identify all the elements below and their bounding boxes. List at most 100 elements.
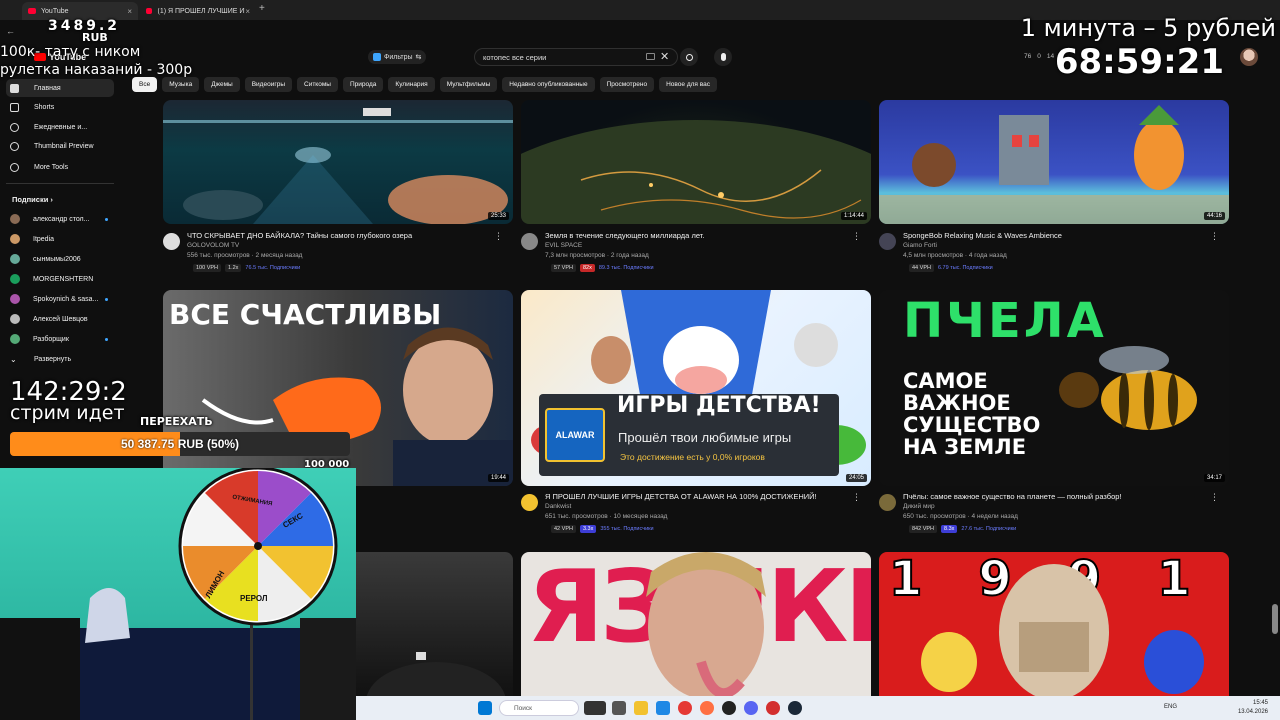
video-thumbnail[interactable]: 44:16	[879, 100, 1229, 224]
divider	[6, 183, 114, 184]
subscriptions-heading[interactable]: Подписки ›	[12, 195, 53, 204]
keyboard-language[interactable]: ENG	[1164, 704, 1177, 710]
video-thumbnail[interactable]: ЯЗЫКИ	[521, 552, 871, 696]
subscription-item[interactable]: Алексей Шевцов	[6, 310, 114, 328]
vph-badge: 100 VPH	[193, 264, 222, 272]
chip-music[interactable]: Музыка	[162, 77, 200, 92]
windows-start-icon[interactable]	[478, 701, 492, 715]
wheel-sector-label: РЕРОЛ	[240, 594, 268, 603]
chip-sitcoms[interactable]: Ситкомы	[297, 77, 338, 92]
taskbar-search[interactable]: Поиск	[499, 700, 579, 716]
video-thumbnail[interactable]: 25:33	[163, 100, 513, 224]
steam-icon[interactable]	[788, 701, 802, 715]
edge-icon[interactable]	[656, 701, 670, 715]
channel-name[interactable]: Дикий мир	[903, 503, 935, 510]
voice-search-button[interactable]	[714, 48, 732, 66]
video-title[interactable]: Земля в течение следующего миллиарда лет…	[545, 231, 704, 240]
chip-cartoons[interactable]: Мультфильмы	[439, 77, 498, 92]
sidebar-item-more-tools[interactable]: More Tools	[6, 158, 114, 176]
video-thumbnail[interactable]: ВСЕ СЧАСТЛИВЫ 19:44	[163, 290, 513, 486]
video-title[interactable]: Пчёлы: самое важное существо на планете …	[903, 492, 1122, 501]
video-stats: 42 VPH 3.3x 355 тыс. Подписчики	[551, 525, 654, 533]
subscription-item[interactable]: MORGENSHTERN	[6, 270, 114, 288]
subscription-item[interactable]: Разборщик	[6, 330, 114, 348]
subscribers-count: 76.5 тыс. Подписчики	[245, 265, 301, 271]
sliders-icon: ⇆	[415, 54, 422, 61]
filters-button[interactable]: Фильтры ⇆	[368, 50, 427, 64]
sidebar-item-thumbnail-preview[interactable]: Thumbnail Preview	[6, 137, 114, 155]
shorts-icon	[10, 102, 19, 112]
keyboard-icon[interactable]	[646, 53, 655, 60]
channel-name[interactable]: EVIL SPACE	[545, 242, 582, 249]
video-thumbnail[interactable]	[356, 552, 513, 696]
more-vert-icon[interactable]: ⋮	[852, 231, 861, 242]
close-tab-icon[interactable]: ×	[127, 7, 132, 16]
sidebar-item-shorts[interactable]: Shorts	[6, 98, 114, 116]
new-tab-icon[interactable]: +	[259, 3, 265, 14]
channel-avatar[interactable]	[521, 494, 538, 511]
obs-icon[interactable]	[722, 701, 736, 715]
more-vert-icon[interactable]: ⋮	[852, 492, 861, 503]
microphone-icon	[720, 53, 726, 61]
channel-avatar[interactable]	[879, 233, 896, 250]
more-vert-icon[interactable]: ⋮	[494, 231, 503, 242]
page-scrollbar[interactable]	[1272, 604, 1278, 634]
subscription-item[interactable]: сынмымы2006	[6, 250, 114, 268]
clear-search-icon[interactable]: ✕	[660, 50, 669, 63]
video-thumbnail[interactable]: 1:14:44	[521, 100, 871, 224]
widget-icon[interactable]	[584, 701, 606, 715]
video-thumbnail[interactable]: ПЧЕЛА САМОЕ ВАЖНОЕ СУЩЕСТВО НА ЗЕМЛЕ 34:…	[879, 290, 1229, 486]
channel-avatar[interactable]	[521, 233, 538, 250]
extension-icon	[10, 141, 19, 151]
sidebar-item-label: Shorts	[34, 103, 55, 111]
video-title[interactable]: Я ПРОШЕЛ ЛУЧШИЕ ИГРЫ ДЕТСТВА ОТ ALAWAR Н…	[545, 492, 817, 501]
stream-rate-overlay: 1 минута – 5 рублей 68:59:21	[1021, 14, 1276, 82]
discord-icon[interactable]	[744, 701, 758, 715]
file-explorer-icon[interactable]	[634, 701, 648, 715]
back-arrow-icon[interactable]: ←	[6, 26, 15, 36]
video-title[interactable]: SpongeBob Relaxing Music & Waves Ambienc…	[903, 231, 1062, 240]
search-button[interactable]	[680, 48, 698, 66]
video-thumbnail[interactable]: 1991	[879, 552, 1229, 696]
new-content-dot	[105, 217, 108, 221]
thumbnail-small-text: Это достижение есть у 0,0% игроков	[620, 452, 765, 462]
task-view-icon[interactable]	[612, 701, 626, 715]
subscription-item[interactable]: Spokoynich & sasa...	[6, 290, 114, 308]
more-vert-icon[interactable]: ⋮	[1210, 492, 1219, 503]
video-title[interactable]: ЧТО СКРЫВАЕТ ДНО БАЙКАЛА? Тайны самого г…	[187, 231, 412, 240]
spongebob-thumbnail-art	[879, 105, 1229, 224]
filters-label: Фильтры	[384, 53, 413, 61]
chip-jams[interactable]: Джемы	[204, 77, 240, 92]
video-thumbnail[interactable]: ALAWAR ИГРЫ ДЕТСТВА! Прошёл твои любимые…	[521, 290, 871, 486]
sidebar-item-daily[interactable]: Ежедневные и...	[6, 118, 114, 136]
chip-recently-uploaded[interactable]: Недавно опубликованные	[502, 77, 595, 92]
channel-name[interactable]: Dankwist	[545, 503, 571, 510]
channel-name[interactable]: Giamo Forti	[903, 242, 937, 249]
chip-watched[interactable]: Просмотрено	[599, 77, 655, 92]
chip-all[interactable]: Все	[132, 77, 158, 92]
channel-avatar[interactable]	[879, 494, 896, 511]
new-content-dot	[105, 297, 108, 301]
channel-name[interactable]: GOLOVOLOM TV	[187, 242, 239, 249]
channel-avatar[interactable]	[163, 233, 180, 250]
expand-subscriptions[interactable]: ⌄ Развернуть	[6, 350, 114, 368]
sidebar-item-label: More Tools	[34, 163, 69, 171]
close-tab-icon[interactable]: ×	[245, 7, 250, 16]
alawar-logo: ALAWAR	[545, 408, 605, 462]
subscription-item[interactable]: александр стол...	[6, 210, 114, 228]
browser-tab-video[interactable]: (1) Я ПРОШЕЛ ЛУЧШИЕ ИГРЫ Д ×	[140, 2, 256, 20]
chip-cooking[interactable]: Кулинария	[388, 77, 435, 92]
subscription-label: Разборщик	[33, 335, 69, 343]
firefox-icon[interactable]	[700, 701, 714, 715]
app-icon[interactable]	[766, 701, 780, 715]
sidebar-item-home[interactable]: Главная	[6, 79, 114, 97]
video-meta: 556 тыс. просмотров · 2 месяца назад	[187, 252, 303, 259]
chip-new-for-you[interactable]: Новое для вас	[659, 77, 717, 92]
taskbar-clock[interactable]: 15:45 13.04.2026	[1238, 699, 1268, 717]
more-vert-icon[interactable]: ⋮	[1210, 231, 1219, 242]
chrome-icon[interactable]	[678, 701, 692, 715]
video-duration: 25:33	[487, 212, 509, 220]
chip-videogames[interactable]: Видеоигры	[244, 77, 292, 92]
subscription-item[interactable]: Itpedia	[6, 230, 114, 248]
chip-nature[interactable]: Природа	[342, 77, 384, 92]
